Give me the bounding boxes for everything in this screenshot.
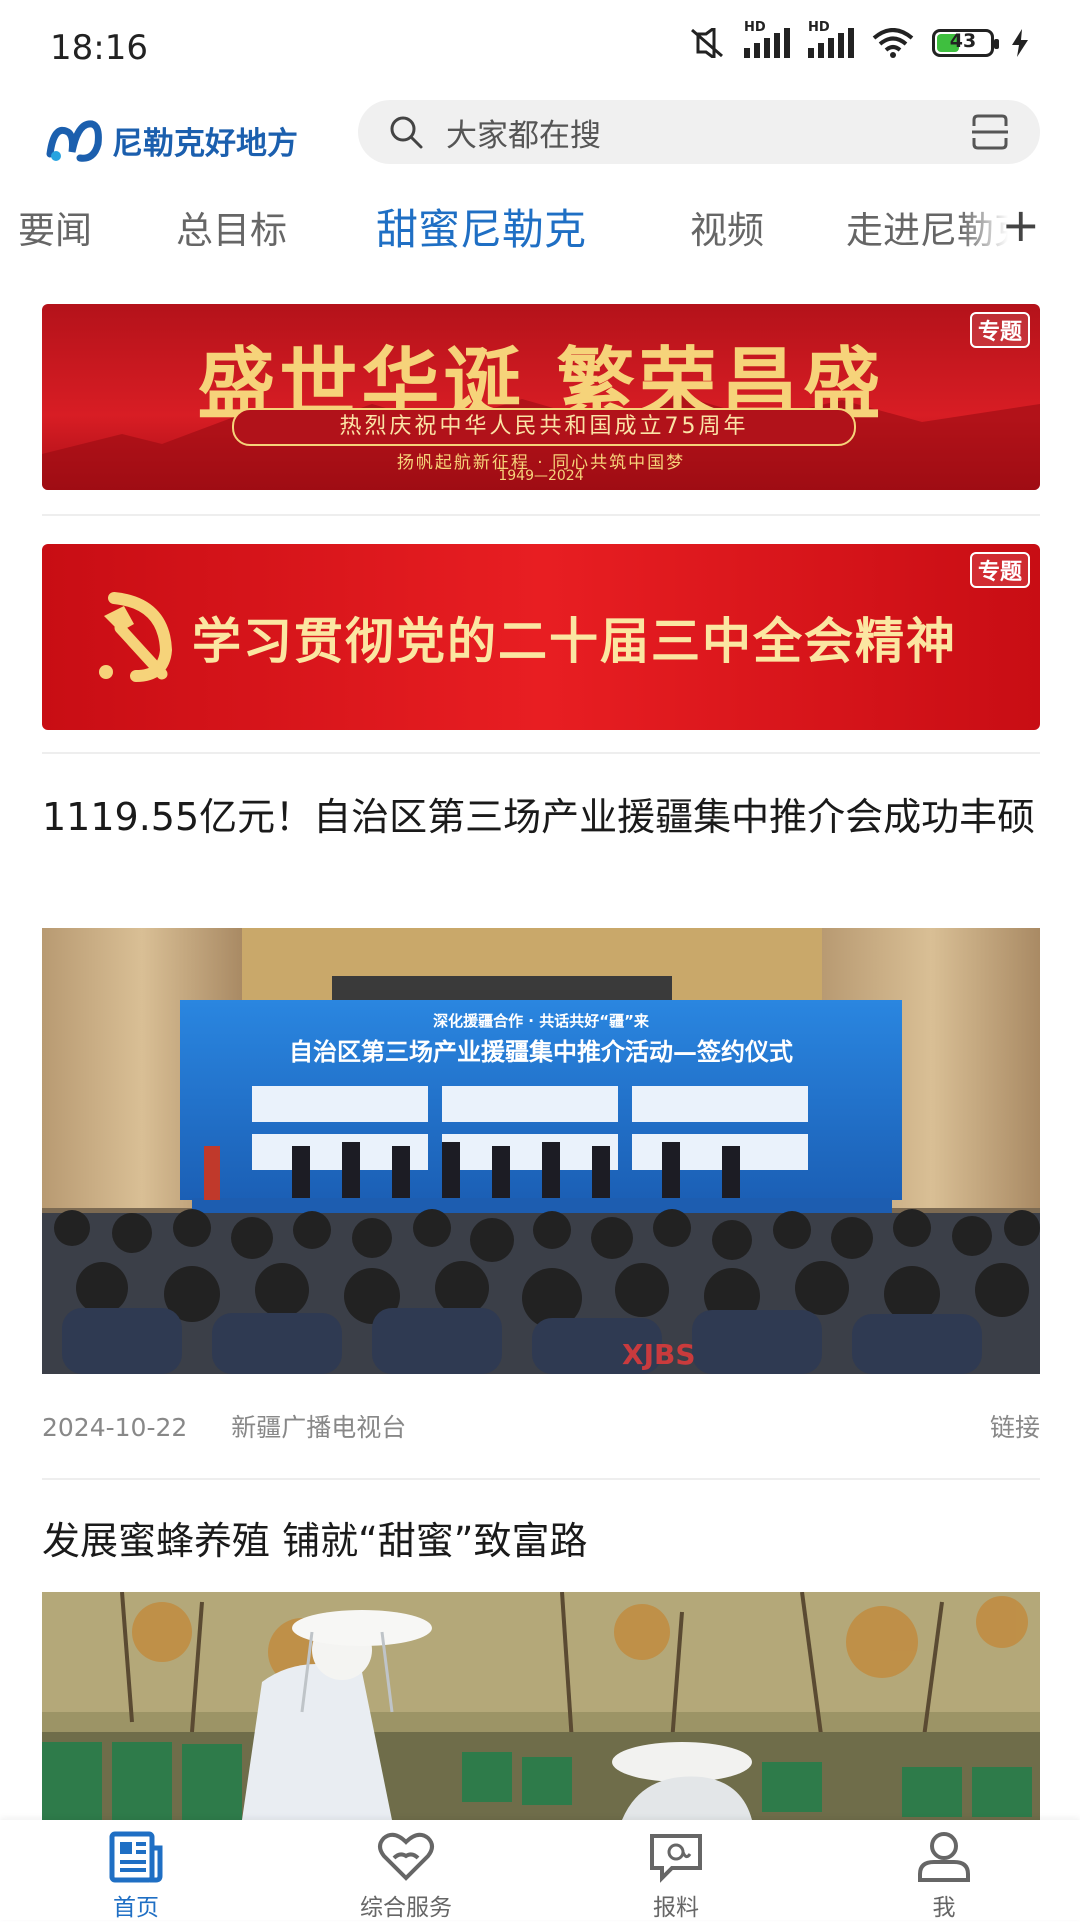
topic-tag: 专题: [969, 312, 1030, 348]
banner-subtitle: 热烈庆祝中华人民共和国成立75周年: [232, 408, 856, 446]
battery-level: 43: [949, 30, 977, 52]
user-icon: [918, 1832, 970, 1882]
party-emblem-icon: [99, 592, 173, 682]
signing-ceremony-photo: 深化援疆合作 · 共话共好“疆”来 自治区第三场产业援疆集中推介活动—签约仪式: [42, 928, 1040, 1374]
search-icon: [390, 116, 423, 149]
charging-icon: [1012, 29, 1028, 57]
article-image[interactable]: 深化援疆合作 · 共话共好“疆”来 自治区第三场产业援疆集中推介活动—签约仪式: [42, 928, 1040, 1374]
divider: [42, 1478, 1040, 1480]
photo-caption-main: 自治区第三场产业援疆集中推介活动—签约仪式: [289, 1037, 793, 1066]
article-date: 2024-10-22: [42, 1413, 188, 1442]
search-bar[interactable]: 大家都在搜: [358, 100, 1040, 164]
status-icons: HD HD 43: [688, 20, 1028, 58]
scan-icon[interactable]: [970, 112, 1010, 152]
bottom-nav: 首页 综合服务 报料 我: [0, 1820, 1080, 1921]
photo-watermark: XJBS: [622, 1338, 696, 1371]
nav-label: 报料: [653, 1895, 699, 1921]
app-logo[interactable]: 尼勒克好地方: [44, 110, 298, 170]
battery-icon: 43: [932, 29, 999, 57]
hd-label: HD: [744, 20, 766, 35]
wifi-icon: [872, 28, 914, 58]
signal-icon-2: HD: [808, 20, 854, 58]
article-link-label[interactable]: 链接: [990, 1408, 1040, 1444]
photo-caption-top: 深化援疆合作 · 共话共好“疆”来: [433, 1012, 650, 1030]
nav-report[interactable]: 报料: [576, 1820, 776, 1921]
tab-zongmubiao[interactable]: 总目标: [176, 200, 287, 254]
article-title[interactable]: 1119.55亿元！自治区第三场产业援疆集中推介会成功丰硕: [42, 786, 1042, 848]
banner-years: 1949—2024: [498, 468, 584, 484]
status-time: 18:16: [50, 28, 148, 68]
nav-label: 综合服务: [360, 1895, 452, 1921]
add-tab-icon[interactable]: +: [1001, 198, 1040, 252]
topic-tag: 专题: [969, 552, 1030, 588]
status-bar: 18:16 HD HD 43: [0, 0, 1080, 100]
signal-icon-1: HD: [744, 20, 790, 58]
mute-icon: [691, 28, 723, 58]
app-name: 尼勒克好地方: [112, 125, 298, 162]
search-placeholder: 大家都在搜: [446, 117, 601, 154]
article-source: 新疆广播电视台: [231, 1413, 407, 1442]
logo-icon: [46, 120, 102, 162]
divider: [42, 514, 1040, 516]
report-icon: [650, 1834, 702, 1883]
heart-service-icon: [378, 1832, 434, 1881]
tab-video[interactable]: 视频: [690, 200, 764, 254]
banner-headline: 学习贯彻党的二十届三中全会精神: [192, 613, 958, 670]
app-header: 尼勒克好地方 大家都在搜: [0, 100, 1080, 200]
banner-plenum[interactable]: 学习贯彻党的二十届三中全会精神 专题: [42, 544, 1040, 730]
article-image[interactable]: [42, 1592, 1040, 1820]
tab-yaowen[interactable]: 要闻: [18, 200, 92, 254]
article-meta: 2024-10-22 新疆广播电视台 链接: [42, 1408, 1040, 1444]
nav-services[interactable]: 综合服务: [306, 1820, 506, 1921]
nav-me[interactable]: 我: [844, 1820, 1044, 1921]
news-icon: [109, 1831, 163, 1883]
nav-label: 我: [932, 1895, 956, 1921]
banner-national-day[interactable]: 盛世华诞 繁荣昌盛 热烈庆祝中华人民共和国成立75周年 扬帆起航新征程 · 同心…: [42, 304, 1040, 490]
beekeeper-photo: [42, 1592, 1040, 1820]
article-title[interactable]: 发展蜜蜂养殖 铺就“甜蜜”致富路: [42, 1510, 1042, 1572]
hd-label: HD: [808, 20, 830, 35]
tab-tianmi-nileke[interactable]: 甜蜜尼勒克: [376, 196, 586, 257]
divider: [42, 752, 1040, 754]
nav-label: 首页: [113, 1895, 159, 1921]
nav-home[interactable]: 首页: [36, 1820, 236, 1921]
